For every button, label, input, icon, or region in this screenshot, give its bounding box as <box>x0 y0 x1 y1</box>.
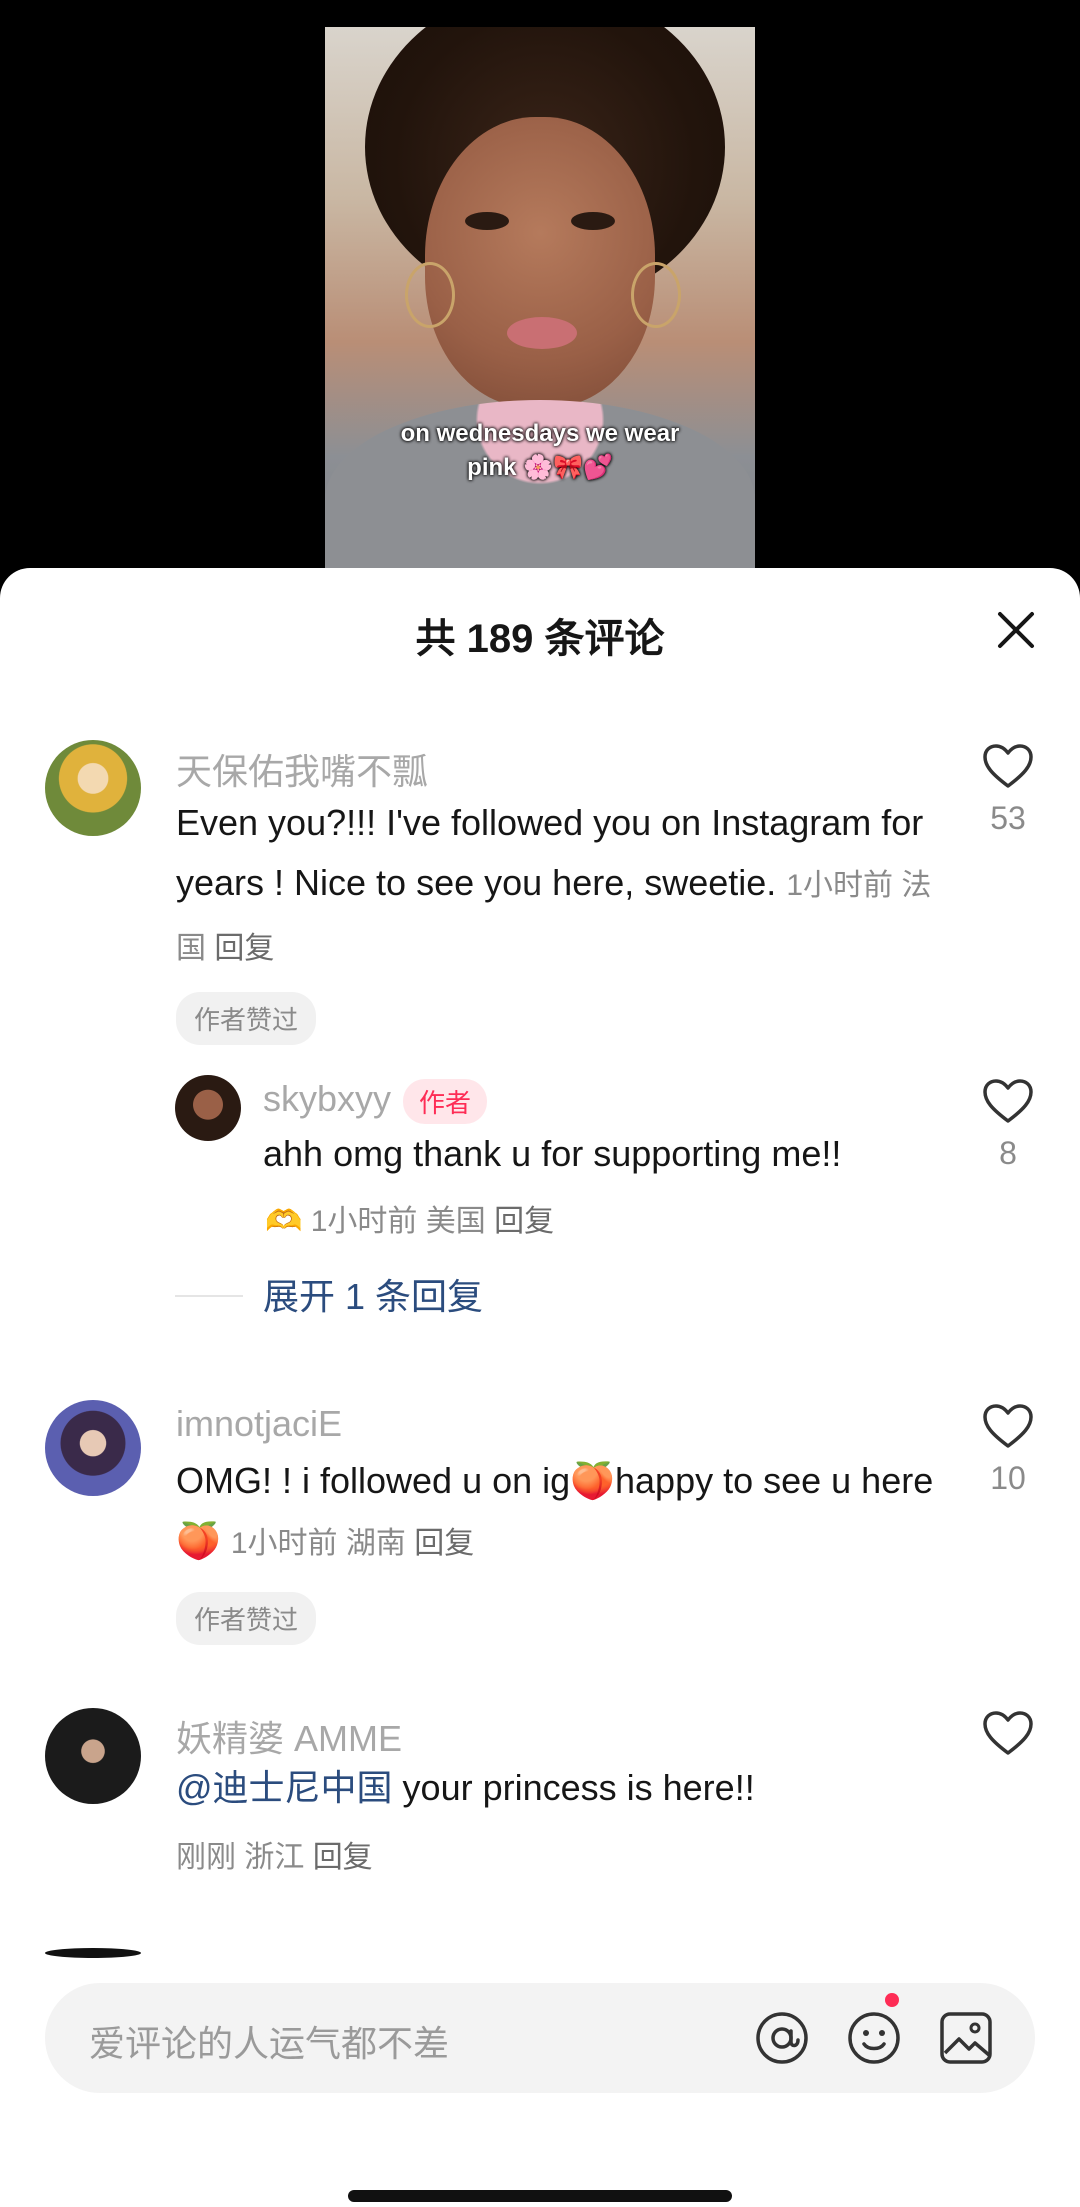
expand-replies-button[interactable]: 展开 1 条回复 <box>263 1268 483 1320</box>
video-frame[interactable]: on wednesdays we wear pink 🌸🎀💕 <box>325 27 755 600</box>
comment-time: 1小时前 <box>786 869 893 902</box>
image-icon[interactable] <box>937 2009 995 2067</box>
emoji-icon[interactable] <box>845 2009 903 2067</box>
comment-location: 湖南 <box>345 1527 406 1560</box>
heart-icon[interactable] <box>982 1710 1034 1756</box>
like-count: 10 <box>990 1460 1026 1496</box>
reply-meta: 🫶 1小时前 美国 回复 <box>265 1196 554 1240</box>
comment-text: Even you?!!! I've followed you on Instag… <box>176 793 936 979</box>
comment-input-placeholder[interactable]: 爱评论的人运气都不差 <box>89 2015 449 2067</box>
close-icon[interactable] <box>994 608 1038 652</box>
reply-text: ahh omg thank u for supporting me!! <box>263 1133 842 1174</box>
video-face <box>425 117 655 407</box>
comment-location: 浙江 <box>244 1841 305 1874</box>
avatar[interactable] <box>45 1948 141 1958</box>
comment-time: 1小时前 <box>230 1527 338 1560</box>
reply-username-text[interactable]: skybxyy <box>263 1078 391 1119</box>
heart-hands-emoji: 🫶 <box>265 1205 303 1238</box>
video-caption: on wednesdays we wear pink 🌸🎀💕 <box>400 420 680 481</box>
comment-meta: 刚刚 浙江 回复 <box>176 1832 373 1876</box>
avatar[interactable] <box>45 740 141 836</box>
earring-right <box>631 262 681 328</box>
comment-username[interactable]: imnotjaciE <box>176 1403 342 1445</box>
reply-button[interactable]: 回复 <box>214 932 274 965</box>
comment-body: OMG! ! i followed u on ig <box>176 1460 571 1501</box>
video-preview[interactable]: on wednesdays we wear pink 🌸🎀💕 <box>0 0 1080 600</box>
earring-left <box>405 262 455 328</box>
mention-link[interactable]: @迪士尼中国 <box>176 1767 393 1808</box>
comment-time: 刚刚 <box>176 1841 236 1874</box>
comment-username[interactable]: 妖精婆 AMME <box>176 1710 402 1762</box>
heart-icon[interactable] <box>982 1403 1034 1449</box>
avatar[interactable] <box>45 1400 141 1496</box>
reply-location: 美国 <box>425 1205 486 1238</box>
video-lips <box>507 317 577 349</box>
comment-count-title: 共 189 条评论 <box>415 617 665 661</box>
comment-sheet: 共 189 条评论 天保佑我嘴不瓢 Even you?!!! I've foll… <box>0 568 1080 2207</box>
heart-icon[interactable] <box>982 743 1034 789</box>
reply-button[interactable]: 回复 <box>494 1205 554 1238</box>
author-tag: 作者 <box>403 1078 488 1124</box>
peach-emoji: 🍑 <box>176 1520 221 1561</box>
author-liked-badge: 作者赞过 <box>176 992 317 1045</box>
peach-emoji: 🍑 <box>570 1460 615 1501</box>
comment-body-cont: happy to see u here <box>615 1460 934 1501</box>
avatar[interactable] <box>175 1075 241 1141</box>
comment-meta: 1小时前 湖南 回复 <box>231 1527 474 1560</box>
heart-icon[interactable] <box>982 1078 1034 1124</box>
like-count: 53 <box>990 800 1026 836</box>
expand-divider <box>175 1295 243 1297</box>
emoji-notification-dot <box>885 1993 899 2007</box>
video-eye-left <box>465 212 509 230</box>
like-button[interactable] <box>978 1710 1038 1761</box>
reply-username: skybxyy 作者 <box>263 1078 488 1124</box>
home-indicator <box>348 2190 732 2202</box>
like-button[interactable]: 53 <box>978 743 1038 837</box>
avatar[interactable] <box>45 1708 141 1804</box>
video-eye-right <box>571 212 615 230</box>
reply-button[interactable]: 回复 <box>414 1527 474 1560</box>
at-icon[interactable] <box>753 2009 811 2067</box>
comment-text: OMG! ! i followed u on ig🍑happy to see u… <box>176 1451 936 1574</box>
comment-input-bar[interactable]: 爱评论的人运气都不差 <box>45 1983 1035 2093</box>
like-count: 8 <box>999 1135 1017 1171</box>
comment-username[interactable]: 天保佑我嘴不瓢 <box>176 743 428 795</box>
comment-text: @迪士尼中国 your princess is here!! <box>176 1758 936 1818</box>
reply-time: 1小时前 <box>310 1205 418 1238</box>
comment-body: your princess is here!! <box>392 1767 755 1808</box>
author-liked-badge: 作者赞过 <box>176 1592 317 1645</box>
reply-button[interactable]: 回复 <box>313 1841 373 1874</box>
like-button[interactable]: 10 <box>978 1403 1038 1497</box>
like-button[interactable]: 8 <box>978 1078 1038 1172</box>
